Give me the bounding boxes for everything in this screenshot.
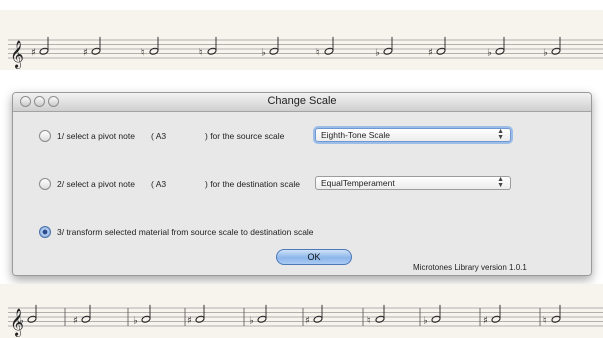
accidental-icon: ♭ [19,315,24,326]
accidental-icon: ♭ [487,47,492,58]
accidental-icon: ♯ [83,47,88,58]
option-2-prefix: 2/ select a pivot note [57,179,135,189]
half-note-head [495,47,505,55]
source-scale-select[interactable]: Eighth-Tone Scale ▲ ▼ [315,128,511,142]
half-note-head [207,47,217,55]
half-note-head [91,47,101,55]
top-staff: 𝄞 ♯ ♯ ♮ ♮ ♭ ♮ ♭ ♯ ♭ ♭ [0,10,603,70]
window-titlebar[interactable]: Change Scale [13,93,591,112]
accidental-icon: ♯ [483,315,488,326]
half-note-head [141,315,151,323]
ok-button[interactable]: OK [276,249,352,265]
half-note-head [551,47,561,55]
option-1-prefix: 1/ select a pivot note [57,131,135,141]
treble-clef-icon: 𝄞 [10,40,24,69]
accidental-icon: ♮ [367,315,371,326]
option-3-label: 3/ transform selected material from sour… [57,227,314,237]
half-note-head [313,315,323,323]
half-note-head [431,315,441,323]
half-note-head [436,47,446,55]
accidental-icon: ♯ [428,47,433,58]
option-1-pivot-note: ( A3 [151,131,167,141]
change-scale-window: Change Scale 1/ select a pivot note ( A3… [12,92,592,276]
option-1-suffix: ) for the source scale [205,131,285,141]
accidental-icon: ♯ [305,315,310,326]
half-note-head [375,315,385,323]
window-title: Change Scale [267,95,337,107]
radio-option-1[interactable] [39,130,51,142]
music-notation-page: 𝄞 ♯ ♯ ♮ ♮ ♭ ♮ ♭ ♯ ♭ ♭ Change Scale 1/ select a piv… [0,0,603,338]
accidental-icon: ♮ [543,315,547,326]
option-2-pivot-note: ( A3 [151,179,167,189]
half-note-head [324,47,334,55]
half-note-head [27,315,37,323]
accidental-icon: ♭ [375,47,380,58]
destination-scale-select[interactable]: EqualTemperament ▲ ▼ [315,176,511,190]
bottom-staff: 𝄞 ♭ ♯ ♭ ♯ ♭ ♯ ♮ ♭ ♯ ♮ [0,284,603,338]
accidental-icon: ♭ [261,47,266,58]
source-scale-value: Eighth-Tone Scale [321,130,390,140]
half-note-head [81,315,91,323]
accidental-icon: ♮ [141,47,145,58]
accidental-icon: ♭ [249,315,254,326]
accidental-icon: ♯ [73,315,78,326]
half-note-head [269,47,279,55]
option-2-suffix: ) for the destination scale [205,179,300,189]
half-note-head [149,47,159,55]
version-label: Microtones Library version 1.0.1 [413,263,527,272]
accidental-icon: ♭ [423,315,428,326]
accidental-icon: ♮ [316,47,320,58]
top-staff-svg: 𝄞 ♯ ♯ ♮ ♮ ♭ ♮ ♭ ♯ ♭ ♭ [8,36,603,69]
up-down-arrows-icon: ▲ ▼ [497,176,504,189]
half-note-head [39,47,49,55]
accidental-icon: ♭ [543,47,548,58]
half-note-head [551,315,561,323]
destination-scale-value: EqualTemperament [321,178,395,188]
up-down-arrows-icon: ▲ ▼ [497,128,504,141]
radio-option-2[interactable] [39,178,51,190]
accidental-icon: ♮ [199,47,203,58]
half-note-head [195,315,205,323]
bottom-staff-svg: 𝄞♭ ♯ ♭ ♯ ♭ ♯ ♮ ♭ ♯ ♮ [8,304,603,337]
half-note-head [383,47,393,55]
accidental-icon: ♯ [187,315,192,326]
radio-option-3[interactable] [39,226,51,238]
half-note-head [257,315,267,323]
accidental-icon: ♭ [133,315,138,326]
dialog-content: 1/ select a pivot note ( A3 ) for the so… [13,112,591,275]
half-note-head [491,315,501,323]
accidental-icon: ♯ [31,47,36,58]
